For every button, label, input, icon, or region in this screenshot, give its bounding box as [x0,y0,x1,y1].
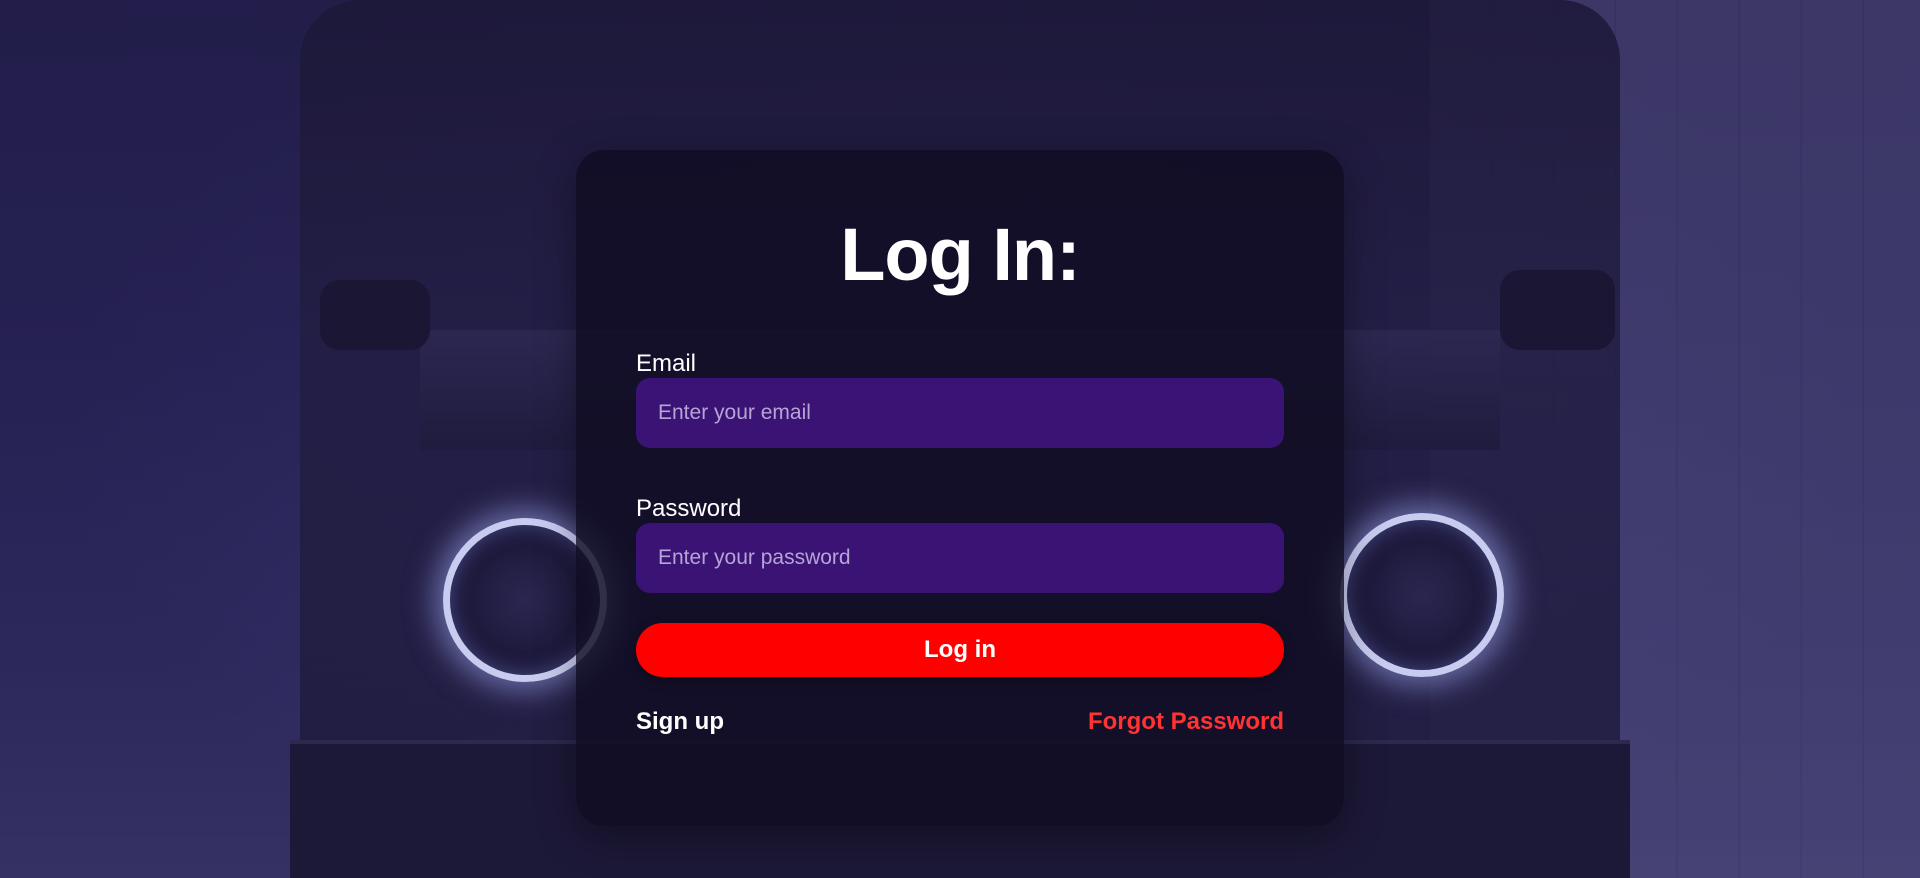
page-title: Log In: [840,213,1081,296]
email-label: Email [636,350,697,377]
email-field[interactable] [636,378,1284,448]
password-field[interactable] [636,523,1284,593]
login-button[interactable]: Log in [636,623,1284,677]
password-label: Password [636,495,742,522]
forgot-password-link[interactable]: Forgot Password [1088,707,1284,737]
signup-link[interactable]: Sign up [636,707,724,737]
headlight-right [1340,513,1504,677]
